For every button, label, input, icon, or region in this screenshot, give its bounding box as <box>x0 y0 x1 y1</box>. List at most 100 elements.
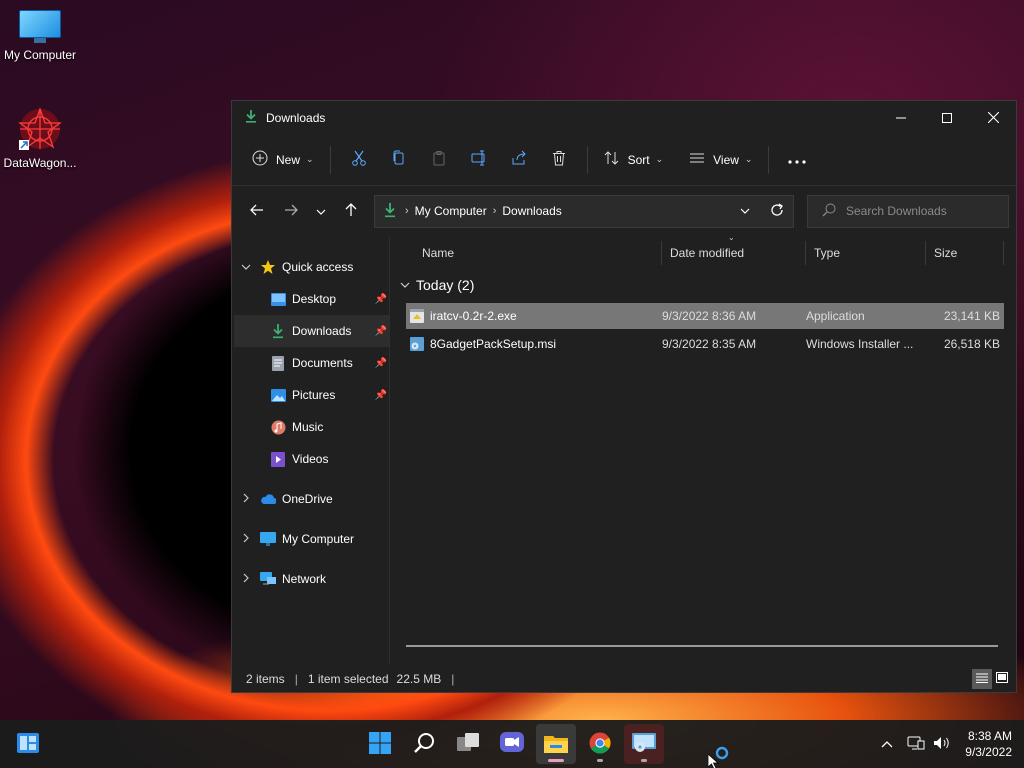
running-indicator <box>597 759 603 762</box>
chevron-right-icon[interactable] <box>238 573 254 585</box>
sidebar-item-label: My Computer <box>282 532 355 546</box>
task-view-button[interactable] <box>449 724 489 764</box>
group-header-today[interactable]: Today (2) <box>390 269 1016 301</box>
chrome-icon <box>589 732 611 757</box>
refresh-icon <box>770 202 784 220</box>
breadcrumb-my-computer[interactable]: My Computer <box>415 204 487 218</box>
maximize-button[interactable] <box>924 101 970 134</box>
chat-icon <box>500 731 524 757</box>
column-header-name[interactable]: Name <box>390 241 662 265</box>
sidebar-item-pictures[interactable]: Pictures 📌 <box>232 379 389 411</box>
column-header-size[interactable]: Size <box>926 241 1004 265</box>
column-label: Size <box>934 246 958 260</box>
chevron-right-icon[interactable] <box>238 533 254 545</box>
view-button-label: View <box>713 152 739 167</box>
sort-button-label: Sort <box>627 152 650 167</box>
sidebar-item-label: Videos <box>292 452 329 466</box>
file-date: 9/3/2022 8:35 AM <box>662 337 757 351</box>
search-box[interactable]: Search Downloads <box>807 194 1009 228</box>
table-row[interactable]: 8GadgetPackSetup.msi 9/3/2022 8:35 AM Wi… <box>406 331 1004 357</box>
chevron-right-icon[interactable] <box>238 493 254 505</box>
volume-icon[interactable] <box>933 735 951 754</box>
breadcrumb-downloads[interactable]: Downloads <box>502 204 561 218</box>
picture-icon <box>270 387 286 403</box>
cut-button[interactable] <box>339 144 379 176</box>
sidebar-item-my-computer[interactable]: My Computer <box>232 523 389 555</box>
table-row[interactable]: iratcv-0.2r-2.exe 9/3/2022 8:36 AM Appli… <box>406 303 1004 329</box>
more-options-button[interactable] <box>777 144 817 176</box>
sort-button[interactable]: Sort ⌄ <box>596 144 672 176</box>
file-explorer-taskbar-button[interactable] <box>536 724 576 764</box>
column-header-date-modified[interactable]: Date modified ⌄ <box>662 233 806 265</box>
address-bar[interactable]: › My Computer › Downloads <box>374 194 794 228</box>
refresh-button[interactable] <box>761 202 793 220</box>
up-button[interactable] <box>336 196 366 226</box>
pin-icon[interactable]: 📌 <box>375 390 387 401</box>
sidebar-item-onedrive[interactable]: OneDrive <box>232 483 389 515</box>
view-button[interactable]: View ⌄ <box>681 144 760 176</box>
navigation-pane: Quick access Desktop 📌 Downloads 📌 Docum… <box>232 237 390 665</box>
arrow-right-icon <box>284 203 298 220</box>
delete-button[interactable] <box>539 144 579 176</box>
share-button[interactable] <box>499 144 539 176</box>
search-taskbar-button[interactable] <box>405 724 445 764</box>
column-header-type[interactable]: Type <box>806 241 926 265</box>
widgets-button[interactable] <box>8 724 48 764</box>
rename-button[interactable] <box>459 144 499 176</box>
teams-chat-button[interactable] <box>492 724 532 764</box>
star-icon <box>260 259 276 275</box>
pin-icon[interactable]: 📌 <box>375 358 387 369</box>
address-dropdown-button[interactable] <box>729 203 761 220</box>
desktop-icon-datawagon[interactable]: DataWagon... <box>0 106 80 170</box>
chevron-down-icon: ⌄ <box>306 154 314 164</box>
new-button-label: New <box>276 152 301 167</box>
active-indicator <box>548 759 564 762</box>
minimize-button[interactable] <box>878 101 924 134</box>
show-hidden-icons-button[interactable] <box>881 737 893 751</box>
installer-taskbar-button[interactable] <box>624 724 664 764</box>
clock-date: 9/3/2022 <box>965 745 1012 759</box>
forward-button[interactable] <box>276 196 306 226</box>
sort-arrows-icon <box>604 150 620 169</box>
clock[interactable]: 8:38 AM 9/3/2022 <box>965 728 1012 760</box>
sidebar-item-downloads[interactable]: Downloads 📌 <box>234 315 389 347</box>
chrome-taskbar-button[interactable] <box>580 724 620 764</box>
large-icons-view-button[interactable] <box>992 669 1012 689</box>
pin-icon[interactable]: 📌 <box>375 294 387 305</box>
large-icons-view-icon <box>996 671 1008 686</box>
horizontal-scrollbar[interactable] <box>406 645 998 647</box>
back-button[interactable] <box>242 196 272 226</box>
sidebar-item-quick-access[interactable]: Quick access <box>232 251 389 283</box>
sidebar-item-network[interactable]: Network <box>232 563 389 595</box>
monitor-icon <box>19 10 61 44</box>
task-view-icon <box>457 732 481 756</box>
recent-locations-button[interactable] <box>306 196 336 226</box>
title-bar[interactable]: Downloads <box>232 101 1016 134</box>
sidebar-item-videos[interactable]: Videos <box>232 443 389 475</box>
cloud-icon <box>260 491 276 507</box>
chevron-down-icon: ⌄ <box>744 154 753 164</box>
start-button[interactable] <box>360 724 400 764</box>
clock-time: 8:38 AM <box>967 729 1012 743</box>
close-button[interactable] <box>970 101 1016 134</box>
monitor-icon <box>260 531 276 547</box>
sidebar-item-label: Downloads <box>292 324 352 338</box>
details-view-button[interactable] <box>972 668 992 689</box>
sidebar-item-music[interactable]: Music <box>232 411 389 443</box>
desktop-icon-my-computer[interactable]: My Computer <box>0 10 80 62</box>
sidebar-item-documents[interactable]: Documents 📌 <box>232 347 389 379</box>
search-icon <box>414 732 436 757</box>
sidebar-item-desktop[interactable]: Desktop 📌 <box>232 283 389 315</box>
chevron-down-icon[interactable] <box>238 262 254 272</box>
pin-icon[interactable]: 📌 <box>375 326 387 337</box>
new-button[interactable]: New ⌄ <box>244 144 322 176</box>
windows-logo-icon <box>369 731 391 757</box>
copy-button[interactable] <box>379 144 419 176</box>
status-divider: | <box>451 671 455 686</box>
download-icon <box>270 323 286 339</box>
paste-button[interactable] <box>419 144 459 176</box>
arrow-left-icon <box>250 203 264 220</box>
file-explorer-window: Downloads New ⌄ Sort ⌄ View ⌄ › My Compu… <box>231 100 1017 693</box>
network-status-icon[interactable] <box>907 735 925 754</box>
column-label: Type <box>814 246 841 260</box>
